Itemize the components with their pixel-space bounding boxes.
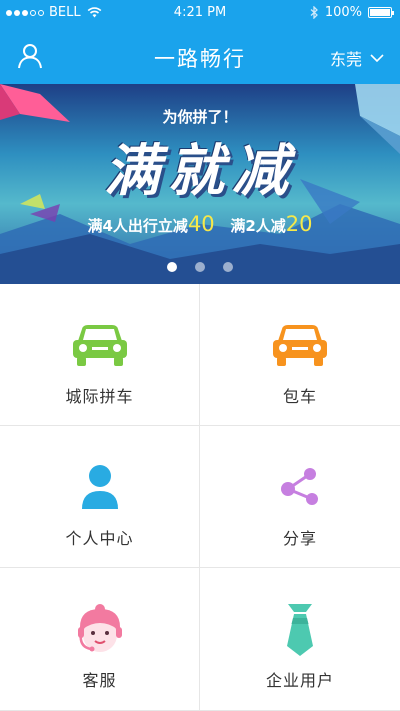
pager-dot[interactable] <box>223 262 233 272</box>
promo-number-2: 20 <box>285 212 313 236</box>
battery-level-fill <box>370 9 390 16</box>
menu-item-customer-service[interactable]: 客服 <box>0 568 200 711</box>
menu-item-label: 分享 <box>282 529 317 548</box>
car-icon <box>70 320 130 370</box>
menu-item-label: 包车 <box>282 387 317 406</box>
banner-subtitle: 为你拼了！ <box>162 108 238 126</box>
promo-text-2: 满2人减 <box>230 217 286 235</box>
customer-service-icon <box>70 604 130 654</box>
promo-text-1: 满4人出行立减 <box>87 217 188 235</box>
menu-item-label: 企业用户 <box>265 671 334 690</box>
promo-banner[interactable]: 为你拼了！ 满就减 满4人出行立减40 满2人减20 <box>0 84 400 284</box>
person-icon <box>70 462 130 512</box>
status-bar: BELL 4:21 PM 100% <box>0 0 400 26</box>
battery-icon <box>368 7 394 18</box>
menu-item-enterprise-user[interactable]: 企业用户 <box>200 568 400 711</box>
menu-item-label: 客服 <box>82 671 117 690</box>
city-name: 东莞 <box>329 50 362 69</box>
menu-item-share[interactable]: 分享 <box>200 426 400 568</box>
pager-dot-active[interactable] <box>167 262 177 272</box>
bluetooth-icon <box>310 6 318 19</box>
banner-headline: 满就减 <box>104 139 296 204</box>
banner-page-indicator[interactable] <box>0 262 400 272</box>
menu-item-intercity-carpool[interactable]: 城际拼车 <box>0 284 200 426</box>
car-icon <box>270 320 330 370</box>
tie-icon <box>270 604 330 656</box>
menu-item-personal-center[interactable]: 个人中心 <box>0 426 200 568</box>
banner-promo-text: 满4人出行立减40 满2人减20 <box>0 212 400 236</box>
promo-number-1: 40 <box>187 212 215 236</box>
navigation-bar: 一路畅行 东莞 <box>0 30 400 82</box>
menu-item-label: 个人中心 <box>65 529 134 548</box>
main-menu-grid: 城际拼车 包车 个人中心 分享 客服 企业用户 <box>0 284 400 711</box>
city-selector[interactable]: 东莞 <box>330 46 384 70</box>
pager-dot[interactable] <box>195 262 205 272</box>
app-header: BELL 4:21 PM 100% 一路畅行 东莞 <box>0 0 400 84</box>
battery-percentage: 100% <box>324 5 362 20</box>
menu-item-label: 城际拼车 <box>65 387 134 406</box>
chevron-down-icon <box>370 54 384 62</box>
share-icon <box>270 462 330 512</box>
menu-item-charter[interactable]: 包车 <box>200 284 400 426</box>
